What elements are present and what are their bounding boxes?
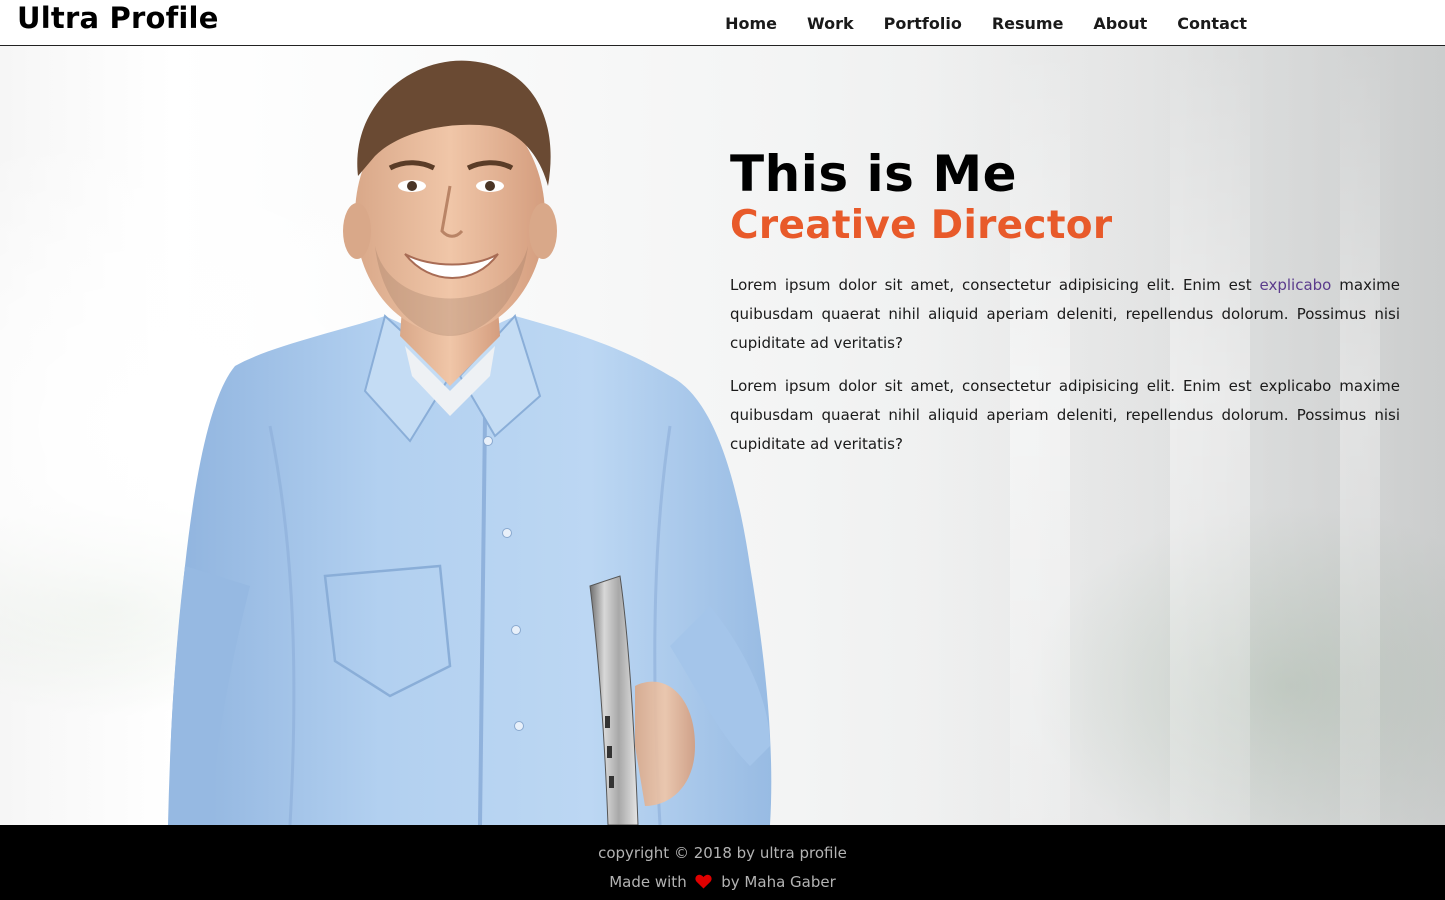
made-with-prefix: Made with bbox=[609, 873, 687, 891]
heart-icon bbox=[695, 874, 713, 893]
intro-paragraph-text: Lorem ipsum dolor sit amet, consectetur … bbox=[730, 276, 1260, 294]
made-with-line: Made with by Maha Gaber bbox=[0, 873, 1445, 893]
explicabo-link[interactable]: explicabo bbox=[1260, 276, 1332, 294]
nav-home[interactable]: Home bbox=[725, 12, 777, 33]
intro-paragraph: Lorem ipsum dolor sit amet, consectetur … bbox=[730, 271, 1400, 358]
intro-paragraph: Lorem ipsum dolor sit amet, consectetur … bbox=[730, 377, 1400, 453]
hero-subtitle: Creative Director bbox=[730, 203, 1113, 248]
main-nav: Home Work Portfolio Resume About Contact bbox=[695, 0, 1247, 45]
nav-work[interactable]: Work bbox=[807, 12, 854, 33]
site-header: Ultra Profile Home Work Portfolio Resume… bbox=[0, 0, 1445, 46]
copyright-text: copyright © 2018 by ultra profile bbox=[598, 844, 847, 862]
made-with-suffix: by Maha Gaber bbox=[721, 873, 836, 891]
intro-text: This is Me Creative Director Lorem ipsum… bbox=[730, 146, 1400, 459]
nav-resume[interactable]: Resume bbox=[992, 12, 1064, 33]
site-footer: copyright © 2018 by ultra profile Made w… bbox=[0, 825, 1445, 900]
site-logo[interactable]: Ultra Profile bbox=[17, 1, 219, 35]
nav-contact[interactable]: Contact bbox=[1177, 12, 1247, 33]
nav-about[interactable]: About bbox=[1093, 12, 1147, 33]
nav-portfolio[interactable]: Portfolio bbox=[884, 12, 962, 33]
hero-title: This is Me bbox=[730, 145, 1017, 203]
hero-section: This is Me Creative Director Lorem ipsum… bbox=[0, 46, 1445, 825]
profile-photo bbox=[150, 46, 790, 825]
